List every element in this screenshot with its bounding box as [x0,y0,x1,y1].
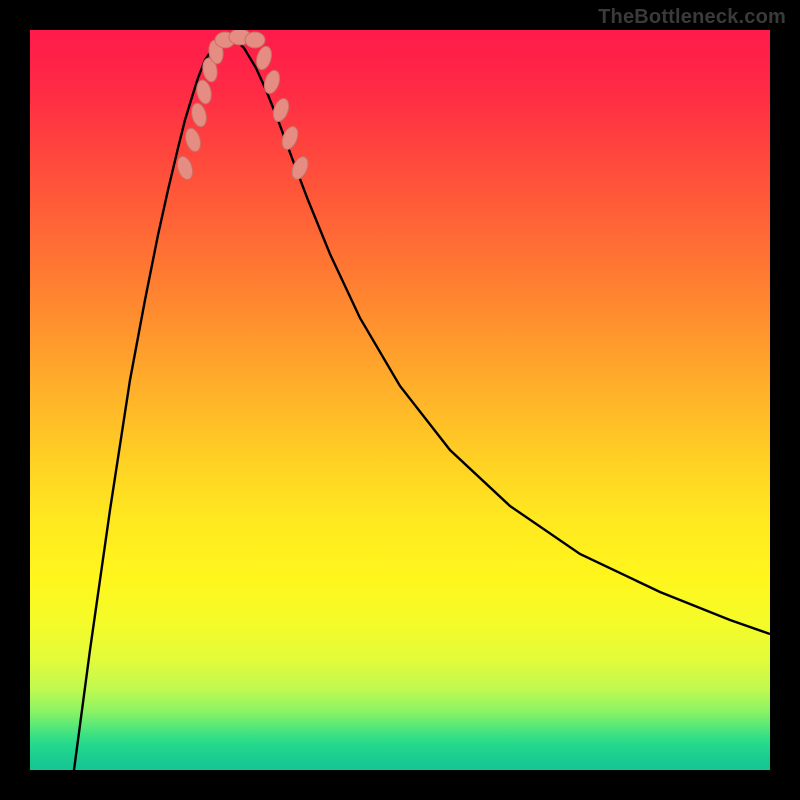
marker-group [175,30,312,182]
marker [189,102,208,129]
curve-right [230,35,770,634]
chart-svg [30,30,770,770]
marker [245,32,265,48]
marker [270,96,291,123]
marker [175,154,196,181]
chart-frame: TheBottleneck.com [0,0,800,800]
marker [183,127,203,154]
chart-plot-area [30,30,770,770]
watermark-text: TheBottleneck.com [598,6,786,29]
curve-left [74,35,230,770]
marker [262,68,283,95]
